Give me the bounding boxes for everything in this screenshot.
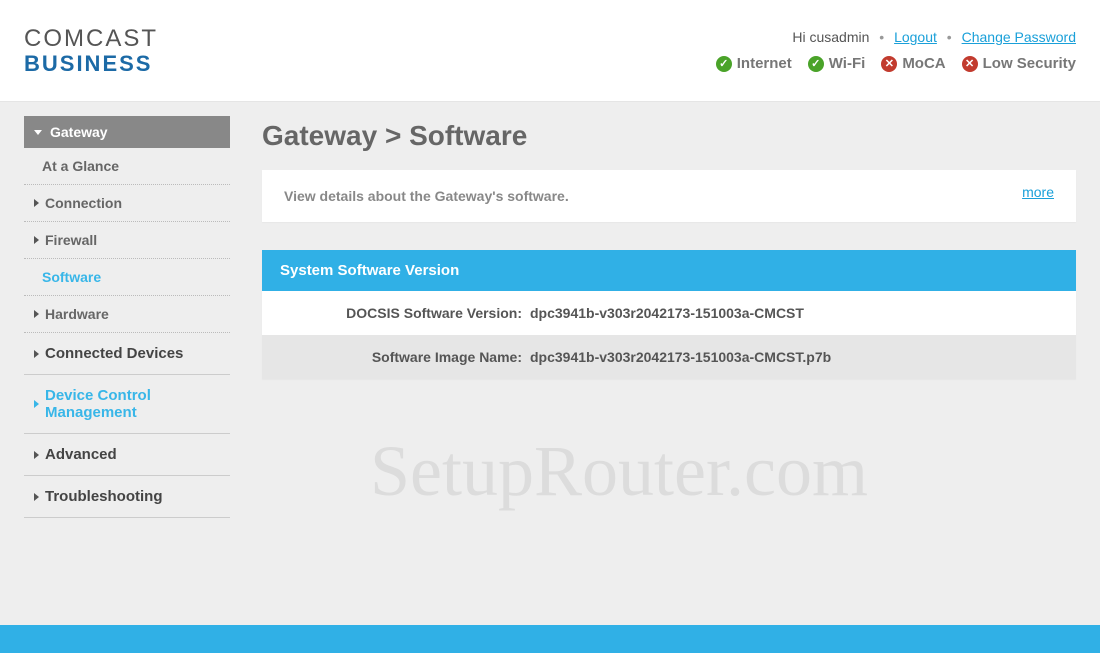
panel-header: System Software Version xyxy=(262,250,1076,291)
sidebar-item-label: Device Control Management xyxy=(45,387,220,421)
row-label: Software Image Name: xyxy=(280,349,530,365)
sidebar-item-connected-devices[interactable]: Connected Devices xyxy=(24,333,230,375)
logo-line-1: COMCAST xyxy=(24,27,158,51)
main-content: Gateway > Software View details about th… xyxy=(262,116,1076,518)
change-password-link[interactable]: Change Password xyxy=(962,29,1076,45)
row-label: DOCSIS Software Version: xyxy=(280,305,530,321)
status-label: Internet xyxy=(737,55,792,72)
row-value: dpc3941b-v303r2042173-151003a-CMCST xyxy=(530,305,1058,321)
status-label: Wi-Fi xyxy=(829,55,866,72)
chevron-right-icon xyxy=(34,350,39,358)
sidebar: Gateway At a Glance Connection Firewall … xyxy=(24,116,230,518)
check-icon: ✓ xyxy=(808,56,824,72)
chevron-right-icon xyxy=(34,400,39,408)
chevron-right-icon xyxy=(34,199,39,207)
sidebar-item-label: Advanced xyxy=(45,446,117,463)
header-right: Hi cusadmin • Logout • Change Password ✓… xyxy=(708,29,1076,72)
software-version-panel: System Software Version DOCSIS Software … xyxy=(262,250,1076,379)
chevron-right-icon xyxy=(34,451,39,459)
description-text: View details about the Gateway's softwar… xyxy=(284,188,569,204)
status-wifi: ✓ Wi-Fi xyxy=(808,55,866,72)
sidebar-item-label: Firewall xyxy=(45,232,97,248)
sidebar-item-gateway[interactable]: Gateway xyxy=(24,116,230,148)
x-icon: ✕ xyxy=(881,56,897,72)
status-label: Low Security xyxy=(983,55,1076,72)
sidebar-item-device-control[interactable]: Device Control Management xyxy=(24,375,230,434)
footer-bar xyxy=(0,625,1100,653)
status-label: MoCA xyxy=(902,55,945,72)
sidebar-item-hardware[interactable]: Hardware xyxy=(24,296,230,333)
logo: COMCAST BUSINESS xyxy=(24,27,158,75)
chevron-right-icon xyxy=(34,236,39,244)
description-card: View details about the Gateway's softwar… xyxy=(262,170,1076,222)
table-row: DOCSIS Software Version: dpc3941b-v303r2… xyxy=(262,291,1076,335)
sidebar-item-label: Troubleshooting xyxy=(45,488,163,505)
row-value: dpc3941b-v303r2042173-151003a-CMCST.p7b xyxy=(530,349,1058,365)
header: COMCAST BUSINESS Hi cusadmin • Logout • … xyxy=(0,0,1100,102)
sidebar-item-firewall[interactable]: Firewall xyxy=(24,222,230,259)
sidebar-item-label: Connection xyxy=(45,195,122,211)
user-bar: Hi cusadmin • Logout • Change Password xyxy=(792,29,1076,45)
sidebar-item-label: Gateway xyxy=(50,124,108,140)
check-icon: ✓ xyxy=(716,56,732,72)
sidebar-item-advanced[interactable]: Advanced xyxy=(24,434,230,476)
content: Gateway At a Glance Connection Firewall … xyxy=(0,102,1100,518)
more-link[interactable]: more xyxy=(1022,184,1054,200)
page-title: Gateway > Software xyxy=(262,120,1076,152)
sidebar-item-troubleshooting[interactable]: Troubleshooting xyxy=(24,476,230,518)
status-internet: ✓ Internet xyxy=(716,55,792,72)
sidebar-item-connection[interactable]: Connection xyxy=(24,185,230,222)
sidebar-item-label: Software xyxy=(42,269,101,285)
greeting-text: Hi cusadmin xyxy=(792,29,869,45)
status-moca: ✕ MoCA xyxy=(881,55,945,72)
logout-link[interactable]: Logout xyxy=(894,29,937,45)
chevron-down-icon xyxy=(34,130,42,135)
sidebar-item-at-a-glance[interactable]: At a Glance xyxy=(24,148,230,185)
status-low-security: ✕ Low Security xyxy=(962,55,1076,72)
chevron-right-icon xyxy=(34,493,39,501)
sidebar-item-label: Hardware xyxy=(45,306,109,322)
status-row: ✓ Internet ✓ Wi-Fi ✕ MoCA ✕ Low Security xyxy=(708,55,1076,72)
separator: • xyxy=(879,29,884,45)
separator: • xyxy=(947,29,952,45)
sidebar-item-software[interactable]: Software xyxy=(24,259,230,296)
sidebar-item-label: Connected Devices xyxy=(45,345,183,362)
logo-line-2: BUSINESS xyxy=(24,53,158,75)
sidebar-item-label: At a Glance xyxy=(42,158,119,174)
x-icon: ✕ xyxy=(962,56,978,72)
table-row: Software Image Name: dpc3941b-v303r20421… xyxy=(262,335,1076,379)
chevron-right-icon xyxy=(34,310,39,318)
